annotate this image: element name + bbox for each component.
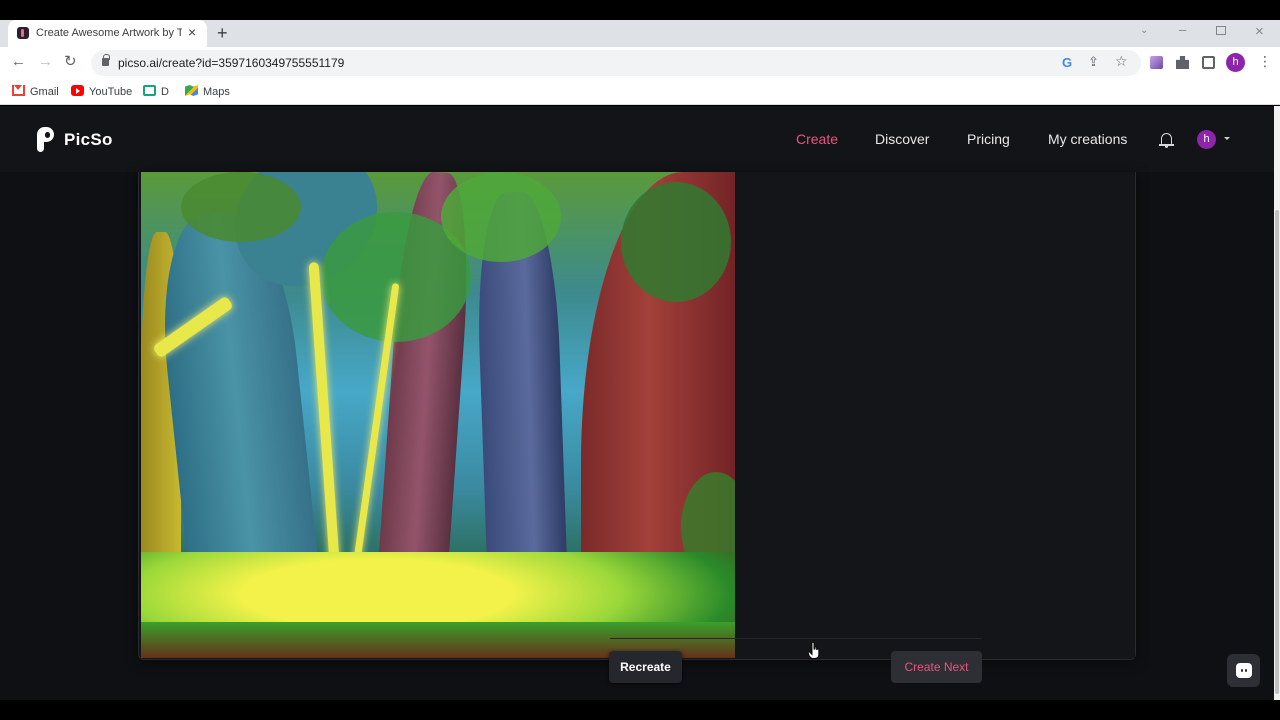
result-card bbox=[138, 172, 1136, 660]
recreate-button[interactable]: Recreate bbox=[609, 651, 682, 683]
chat-launcher-button[interactable] bbox=[1227, 654, 1260, 687]
user-avatar[interactable]: h bbox=[1197, 130, 1216, 149]
screen-bottom-edge bbox=[0, 700, 1280, 720]
bookmark-label: YouTube bbox=[89, 86, 133, 98]
side-panel-icon[interactable] bbox=[1202, 56, 1215, 69]
bookmark-d[interactable]: D bbox=[143, 85, 169, 99]
divider bbox=[610, 638, 982, 639]
tab-search-icon[interactable]: ⌄ bbox=[1140, 25, 1148, 36]
address-bar[interactable]: picso.ai/create?id=3597160349755551179 G… bbox=[91, 50, 1141, 76]
bookmark-label: D bbox=[161, 86, 169, 98]
hand-cursor-icon bbox=[808, 642, 820, 659]
google-icon[interactable]: G bbox=[1062, 55, 1072, 70]
reload-icon[interactable]: ↻ bbox=[64, 54, 77, 69]
page-scrollbar[interactable] bbox=[1274, 106, 1280, 700]
bookmark-label: Maps bbox=[203, 86, 230, 98]
generated-artwork-image[interactable] bbox=[141, 172, 735, 658]
maps-icon bbox=[185, 85, 198, 96]
url-text[interactable]: picso.ai/create?id=3597160349755551179 bbox=[118, 56, 344, 70]
share-icon[interactable]: ⇪ bbox=[1088, 54, 1099, 70]
chat-icon bbox=[1236, 663, 1252, 678]
screen: Create Awesome Artwork by Typ × + ⌄ – × … bbox=[0, 0, 1280, 720]
new-tab-icon[interactable]: + bbox=[217, 24, 228, 42]
browser-tab[interactable]: Create Awesome Artwork by Typ × bbox=[8, 20, 207, 47]
create-next-button[interactable]: Create Next bbox=[891, 651, 982, 683]
tab-close-icon[interactable]: × bbox=[188, 25, 196, 39]
site-header: PicSo Create Discover Pricing My creatio… bbox=[0, 106, 1274, 172]
bookmark-star-icon[interactable]: ☆ bbox=[1115, 53, 1128, 70]
minimize-icon[interactable]: – bbox=[1179, 22, 1186, 37]
bell-icon[interactable] bbox=[1159, 132, 1174, 148]
picso-favicon-icon bbox=[17, 27, 29, 39]
bookmark-label: Gmail bbox=[30, 86, 59, 98]
kebab-menu-icon[interactable]: ⋮ bbox=[1258, 53, 1272, 70]
lock-icon[interactable] bbox=[102, 54, 110, 66]
tab-title: Create Awesome Artwork by Typ bbox=[36, 27, 182, 39]
d-icon bbox=[143, 85, 156, 96]
forward-arrow-icon[interactable]: → bbox=[38, 54, 53, 69]
brand-name: PicSo bbox=[64, 130, 113, 149]
bookmark-youtube[interactable]: YouTube bbox=[71, 85, 132, 99]
bookmark-maps[interactable]: Maps bbox=[185, 85, 230, 99]
window-close-icon[interactable]: × bbox=[1255, 23, 1264, 40]
restore-icon[interactable] bbox=[1216, 26, 1226, 35]
picso-logo-icon bbox=[36, 127, 54, 153]
nav-discover[interactable]: Discover bbox=[875, 131, 929, 147]
picso-page: PicSo Create Discover Pricing My creatio… bbox=[0, 106, 1274, 700]
nav-create[interactable]: Create bbox=[796, 131, 838, 147]
back-arrow-icon[interactable]: ← bbox=[11, 54, 26, 69]
scrollbar-thumb[interactable] bbox=[1275, 210, 1279, 694]
browser-profile-avatar[interactable]: h bbox=[1226, 53, 1245, 72]
browser-tab-strip: Create Awesome Artwork by Typ × + ⌄ – × bbox=[0, 20, 1280, 47]
gmail-icon bbox=[12, 85, 25, 96]
youtube-icon bbox=[71, 85, 84, 96]
avatar-dropdown-icon[interactable] bbox=[1224, 137, 1230, 140]
browser-toolbar: ← → ↻ picso.ai/create?id=359716034975555… bbox=[0, 47, 1280, 80]
bookmark-gmail[interactable]: Gmail bbox=[12, 85, 59, 99]
nav-my-creations[interactable]: My creations bbox=[1048, 131, 1127, 147]
extension-icon[interactable] bbox=[1150, 56, 1163, 69]
nav-pricing[interactable]: Pricing bbox=[967, 131, 1010, 147]
result-side-panel bbox=[737, 172, 1135, 658]
bookmarks-bar: Gmail YouTube D Maps bbox=[0, 80, 1280, 105]
puzzle-icon[interactable] bbox=[1176, 56, 1189, 69]
